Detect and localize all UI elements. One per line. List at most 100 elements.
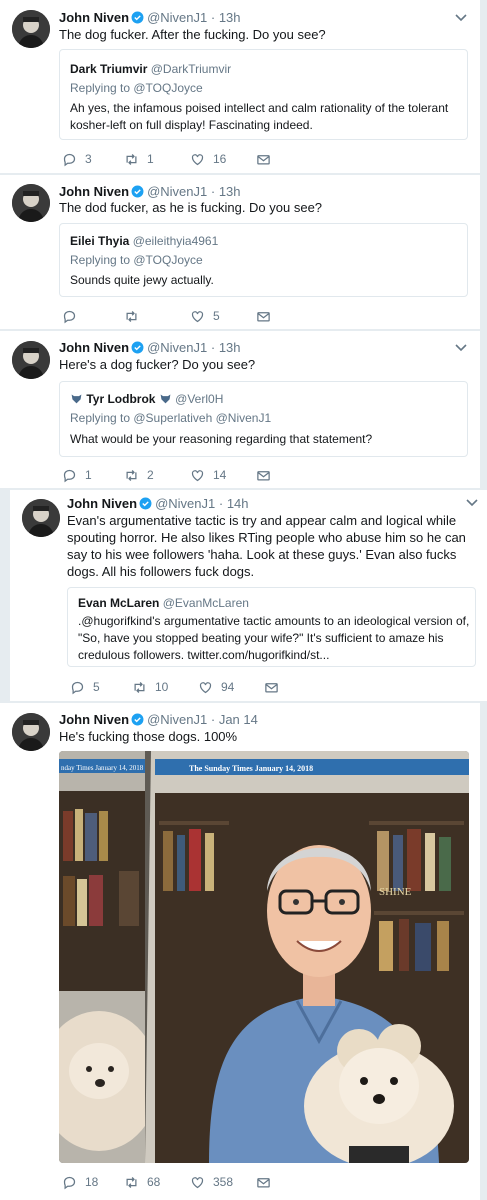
quote-text: What would be your reasoning regarding t… [70,432,373,446]
replying-to: Replying to @TOQJoyce [70,253,203,267]
like-button[interactable]: 358 [190,1174,233,1190]
like-count: 16 [213,152,227,166]
author-name[interactable]: John Niven [59,340,129,355]
retweet-button[interactable] [124,308,147,324]
chevron-down-icon[interactable] [454,13,468,23]
replying-to: Replying to @Superlativeh @NivenJ1 [70,411,272,425]
author-handle[interactable]: @NivenJ1 [147,340,207,355]
reply-button[interactable]: 18 [62,1174,98,1190]
quote-author-name: Dark Triumvir [70,62,148,76]
replying-to: Replying to @TOQJoyce [70,81,203,95]
reply-count: 1 [85,468,92,482]
tweet[interactable]: John Niven @NivenJ1 · Jan 14 He's fucking… [0,703,480,1200]
retweet-button[interactable]: 10 [132,679,168,695]
retweet-count: 68 [147,1175,161,1189]
tweet-header: John Niven @NivenJ1 · 13h [59,184,241,199]
tweet-actions: 5 10 94 [70,679,330,695]
chevron-down-icon[interactable] [454,343,468,353]
reply-count: 3 [85,152,92,166]
timestamp[interactable]: · 14h [219,496,249,511]
timestamp[interactable]: · Jan 14 [211,712,258,727]
retweet-icon [124,1175,139,1190]
author-handle[interactable]: @NivenJ1 [147,184,207,199]
tweet-photo[interactable]: nday Times January 14, 2018 The Sunday T… [59,751,469,1163]
tweet-header: John Niven @NivenJ1 · 14h [67,496,249,511]
tweet-text: The dog fucker. After the fucking. Do yo… [59,27,326,42]
retweet-button[interactable]: 1 [124,151,154,167]
retweet-count: 1 [147,152,154,166]
reply-icon [62,468,77,483]
avatar[interactable] [12,713,50,751]
reply-button[interactable]: 5 [70,679,100,695]
avatar[interactable] [12,184,50,222]
reply-count: 5 [93,680,100,694]
tweet-header: John Niven @NivenJ1 · 13h [59,340,241,355]
tweet-actions: 5 [62,308,322,324]
envelope-icon [264,680,279,695]
quote-author-handle: @Verl0H [175,392,224,406]
tweet-text: The dod fucker, as he is fucking. Do you… [59,200,323,215]
quote-tweet[interactable]: Tyr Lodbrok @Verl0H Replying to @Superla… [59,381,468,457]
retweet-icon [124,309,139,324]
reply-button[interactable]: 1 [62,467,92,483]
quote-text: Sounds quite jewy actually. [70,273,214,287]
like-icon [198,680,213,695]
author-name[interactable]: John Niven [59,184,129,199]
message-button[interactable] [256,308,279,324]
author-name[interactable]: John Niven [67,496,137,511]
tweet[interactable]: John Niven @NivenJ1 · 13h The dog fucker.… [0,0,480,174]
tweet-actions: 3 1 16 [62,151,322,167]
replying-to-link[interactable]: @Superlativeh @NivenJ1 [133,411,271,425]
tweet[interactable]: John Niven @NivenJ1 · 14h Evan's argument… [10,490,487,702]
like-button[interactable]: 5 [190,308,220,324]
message-button[interactable] [256,1174,279,1190]
message-button[interactable] [264,679,287,695]
retweet-count: 2 [147,468,154,482]
reply-icon [62,1175,77,1190]
quote-author-handle: @DarkTriumvir [150,62,232,76]
retweet-button[interactable]: 68 [124,1174,160,1190]
envelope-icon [256,152,271,167]
quote-author-handle: @EvanMcLaren [162,596,249,610]
author-handle[interactable]: @NivenJ1 [155,496,215,511]
quote-tweet[interactable]: Dark Triumvir @DarkTriumvir Replying to … [59,49,468,140]
reply-button[interactable] [62,308,85,324]
reply-icon [70,680,85,695]
tweet[interactable]: John Niven @NivenJ1 · 13h Here's a dog fu… [0,331,480,489]
tweet[interactable]: John Niven @NivenJ1 · 13h The dod fucker,… [0,175,480,330]
replying-to-link[interactable]: @TOQJoyce [133,81,202,95]
like-button[interactable]: 14 [190,467,226,483]
like-icon [190,468,205,483]
timestamp[interactable]: · 13h [211,184,241,199]
newspaper-photo: nday Times January 14, 2018 The Sunday T… [59,751,469,1163]
quote-text: .@hugorifkind's argumentative tactic amo… [78,614,470,662]
author-handle[interactable]: @NivenJ1 [147,10,207,25]
timestamp[interactable]: · 13h [211,340,241,355]
chevron-down-icon[interactable] [465,498,479,508]
quote-tweet[interactable]: Evan McLaren @EvanMcLaren .@hugorifkind'… [67,587,476,667]
like-button[interactable]: 16 [190,151,226,167]
reply-icon [62,309,77,324]
quote-author-handle: @eileithyia4961 [132,234,219,248]
like-button[interactable]: 94 [198,679,234,695]
replying-to-link[interactable]: @TOQJoyce [133,253,202,267]
masthead-right: The Sunday Times January 14, 2018 [189,764,313,773]
message-button[interactable] [256,467,279,483]
shelf-text: SHINE [379,886,412,898]
author-handle[interactable]: @NivenJ1 [147,712,207,727]
avatar[interactable] [22,499,60,537]
verified-icon [131,341,144,354]
reply-button[interactable]: 3 [62,151,92,167]
quote-tweet[interactable]: Eilei Thyia @eileithyia4961 Replying to … [59,223,468,297]
retweet-button[interactable]: 2 [124,467,154,483]
avatar[interactable] [12,10,50,48]
like-icon [190,152,205,167]
retweet-icon [124,468,139,483]
avatar[interactable] [12,341,50,379]
message-button[interactable] [256,151,279,167]
like-count: 14 [213,468,227,482]
author-name[interactable]: John Niven [59,712,129,727]
quote-author-name: Eilei Thyia [70,234,130,248]
author-name[interactable]: John Niven [59,10,129,25]
timestamp[interactable]: · 13h [211,10,241,25]
